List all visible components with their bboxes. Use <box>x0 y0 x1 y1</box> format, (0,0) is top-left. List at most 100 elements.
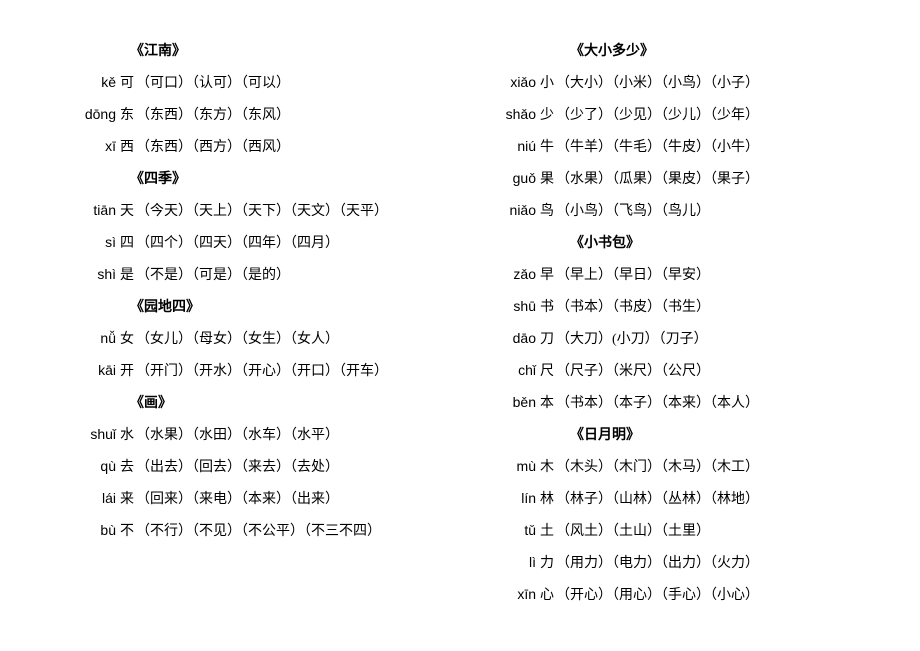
hanzi: 小 <box>540 76 554 91</box>
hanzi: 本 <box>540 396 554 411</box>
hanzi: 土 <box>540 524 554 539</box>
pinyin: qù <box>80 458 116 474</box>
pinyin: shǎo <box>500 106 536 122</box>
hanzi: 女 <box>120 332 134 347</box>
compounds: （少了）（少见）（少儿）（少年） <box>556 108 759 123</box>
pinyin: kě <box>80 74 116 90</box>
compounds: （木头）（木门）（木马）（木工） <box>556 460 759 475</box>
section-title: 《江南》 <box>60 40 440 60</box>
pinyin: shuǐ <box>80 426 116 442</box>
compounds: （用力）（电力）（出力）（火力） <box>556 556 759 571</box>
section-title: 《园地四》 <box>60 296 440 316</box>
hanzi: 可 <box>120 76 134 91</box>
hanzi: 少 <box>540 108 554 123</box>
hanzi: 早 <box>540 268 554 283</box>
vocab-entry: niú 牛（牛羊）（牛毛）（牛皮）（小牛） <box>480 136 860 156</box>
vocab-entry: lì力（用力）（电力）（出力）（火力） <box>480 552 860 572</box>
pinyin: bù <box>80 522 116 538</box>
hanzi: 来 <box>120 492 134 507</box>
compounds: （早上）（早日）（早安） <box>556 268 710 283</box>
vocab-entry: kě 可（可口）（认可）（可以） <box>60 72 440 92</box>
compounds: （大刀）(小刀）（刀子） <box>556 332 708 347</box>
vocab-entry: tiān 天（今天）（天上）（天下）（天文）（天平） <box>60 200 440 220</box>
right-column: 《大小多少》 xiǎo 小（大小）（小米）（小鸟）（小子） shǎo 少（少了）（少… <box>480 30 860 621</box>
vocab-entry: lái来（回来）（来电）（本来）（出来） <box>60 488 440 508</box>
compounds: （不行）（不见）（不公平）（不三不四） <box>136 524 381 539</box>
section-title: 《四季》 <box>60 168 440 188</box>
hanzi: 鸟 <box>540 204 554 219</box>
compounds: （不是）（可是）（是的） <box>136 268 290 283</box>
section-title: 《小书包》 <box>480 232 860 252</box>
pinyin: xiǎo <box>500 74 536 90</box>
vocab-entry: shū 书（书本）（书皮）（书生） <box>480 296 860 316</box>
compounds: （开心）（用心）（手心）（小心） <box>556 588 759 603</box>
compounds: （牛羊）（牛毛）（牛皮）（小牛） <box>556 140 759 155</box>
hanzi: 牛 <box>540 140 554 155</box>
left-column: 《江南》 kě可（可口）（认可）（可以） dōng东（东西）（东方）（东风） x… <box>60 30 440 621</box>
compounds: （回来）（来电）（本来）（出来） <box>136 492 339 507</box>
pinyin: niú <box>500 138 536 154</box>
compounds: （书本）（本子）（本来）（本人） <box>556 396 759 411</box>
vocab-entry: kāi 开（开门）（开水）（开心）（开口）（开车） <box>60 360 440 380</box>
pinyin: chǐ <box>500 362 536 378</box>
hanzi: 木 <box>540 460 554 475</box>
compounds: （东西）（西方）（西风） <box>136 140 290 155</box>
compounds: （今天）（天上）（天下）（天文）（天平） <box>136 204 388 219</box>
compounds: （可口）（认可）（可以） <box>136 76 290 91</box>
pinyin: guǒ <box>500 170 536 186</box>
vocab-entry: tǔ土（风土）（土山）（土里） <box>480 520 860 540</box>
compounds: （尺子）（米尺）（公尺） <box>556 364 710 379</box>
compounds: （四个）（四天）（四年）（四月） <box>136 236 339 251</box>
vocab-entry: shì是（不是）（可是）（是的） <box>60 264 440 284</box>
hanzi: 开 <box>120 364 134 379</box>
compounds: （女儿）（母女）（女生）（女人） <box>136 332 339 347</box>
hanzi: 去 <box>120 460 134 475</box>
vocab-entry: xī西（东西）（西方）（西风） <box>60 136 440 156</box>
hanzi: 西 <box>120 140 134 155</box>
pinyin: kāi <box>80 362 116 378</box>
pinyin: nǚ <box>80 330 116 346</box>
pinyin: tiān <box>80 202 116 218</box>
vocab-entry: niǎo鸟（小鸟）（飞鸟）（鸟儿） <box>480 200 860 220</box>
vocab-entry: zǎo 早（早上）（早日）（早安） <box>480 264 860 284</box>
section-title: 《画》 <box>60 392 440 412</box>
vocab-entry: qù 去（出去）（回去）（来去）（去处） <box>60 456 440 476</box>
compounds: （书本）（书皮）（书生） <box>556 300 710 315</box>
vocab-entry: mù 木（木头）（木门）（木马）（木工） <box>480 456 860 476</box>
vocab-entry: bù不（不行）（不见）（不公平）（不三不四） <box>60 520 440 540</box>
compounds: （大小）（小米）（小鸟）（小子） <box>556 76 759 91</box>
vocab-entry: lín 林（林子）（山林）（丛林）（林地） <box>480 488 860 508</box>
vocab-entry: shuǐ 水（水果）（水田）（水车）（水平） <box>60 424 440 444</box>
compounds: （林子）（山林）（丛林）（林地） <box>556 492 759 507</box>
pinyin: shū <box>500 298 536 314</box>
pinyin: xīn <box>500 586 536 602</box>
pinyin: sì <box>80 234 116 250</box>
hanzi: 林 <box>540 492 554 507</box>
pinyin: dāo <box>500 330 536 346</box>
pinyin: lì <box>500 554 536 570</box>
compounds: （水果）（水田）（水车）（水平） <box>136 428 339 443</box>
pinyin: lín <box>500 490 536 506</box>
vocab-entry: xīn 心（开心）（用心）（手心）（小心） <box>480 584 860 604</box>
vocab-entry: shǎo 少（少了）（少见）（少儿）（少年） <box>480 104 860 124</box>
pinyin: tǔ <box>500 522 536 538</box>
vocab-entry: běn 本（书本）（本子）（本来）（本人） <box>480 392 860 412</box>
hanzi: 尺 <box>540 364 554 379</box>
compounds: （小鸟）（飞鸟）（鸟儿） <box>556 204 710 219</box>
pinyin: zǎo <box>500 266 536 282</box>
hanzi: 四 <box>120 236 134 251</box>
pinyin: mù <box>500 458 536 474</box>
hanzi: 水 <box>120 428 134 443</box>
compounds: （开门）（开水）（开心）（开口）（开车） <box>136 364 388 379</box>
section-title: 《大小多少》 <box>480 40 860 60</box>
compounds: （出去）（回去）（来去）（去处） <box>136 460 339 475</box>
hanzi: 东 <box>120 108 134 123</box>
hanzi: 天 <box>120 204 134 219</box>
hanzi: 书 <box>540 300 554 315</box>
vocab-entry: sì 四（四个）（四天）（四年）（四月） <box>60 232 440 252</box>
hanzi: 刀 <box>540 332 554 347</box>
compounds: （水果）（瓜果）（果皮）（果子） <box>556 172 759 187</box>
pinyin: běn <box>500 394 536 410</box>
hanzi: 心 <box>540 588 554 603</box>
vocab-entry: guǒ果（水果）（瓜果）（果皮）（果子） <box>480 168 860 188</box>
